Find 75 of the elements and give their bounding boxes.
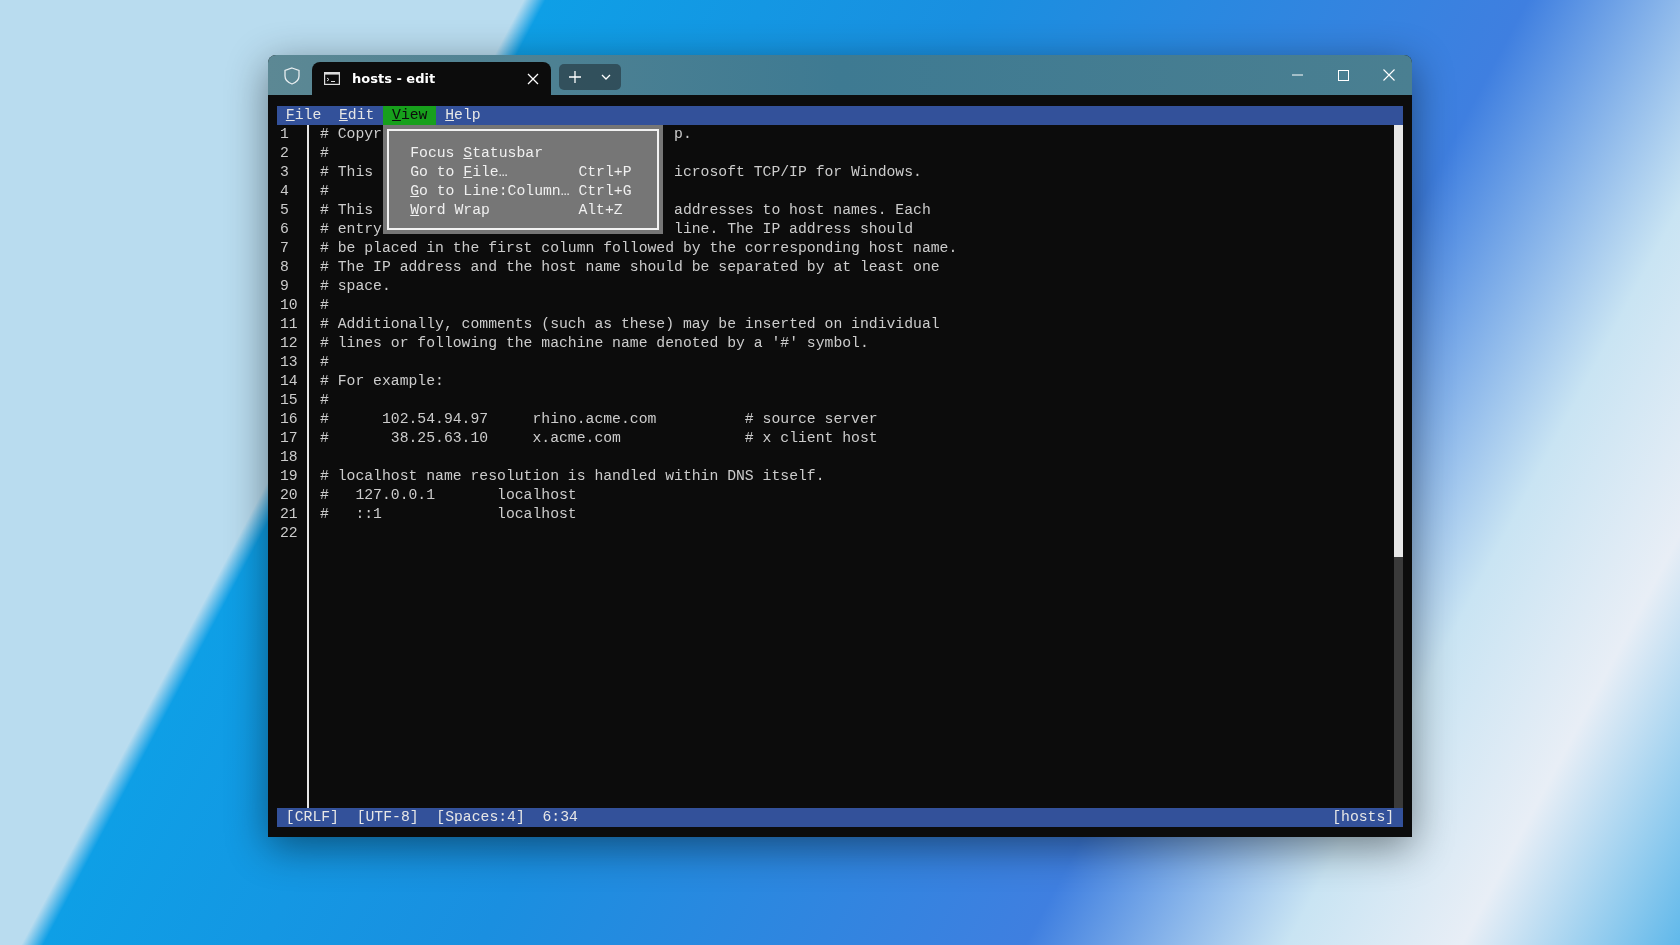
menu-option[interactable]: Word Wrap — [410, 201, 579, 220]
maximize-icon — [1337, 69, 1349, 81]
line-number: 18 — [280, 449, 298, 465]
line-number: 20 — [280, 487, 298, 503]
code-text: # For example: — [320, 373, 444, 389]
code-text: # 102.54.94.97 rhino.acme.com # source server — [320, 411, 878, 427]
code-text: line. The IP address should — [674, 221, 914, 237]
line-number: 13 — [280, 354, 298, 370]
line-number: 6 — [280, 221, 289, 237]
shield-icon — [284, 67, 300, 85]
code-text: # This — [320, 202, 374, 218]
close-icon — [527, 72, 539, 85]
line-number: 21 — [280, 506, 298, 522]
code-text: addresses to host names. Each — [674, 202, 931, 218]
code-text: # The IP address and the host name should be separated by at least one — [320, 259, 940, 275]
plus-icon — [568, 71, 581, 83]
code-text: # — [320, 392, 329, 408]
code-text: # ::1 localhost — [320, 506, 577, 522]
code-text: # — [320, 145, 329, 161]
line-number: 19 — [280, 468, 298, 484]
menu-option[interactable]: Focus Statusbar — [410, 144, 579, 163]
minimize-icon — [1291, 74, 1303, 76]
line-number: 3 — [280, 164, 289, 180]
code-text: # Copyr — [320, 126, 382, 142]
file-name-text: [hosts] — [1332, 808, 1395, 827]
code-text: # lines or following the machine name denoted by a '#' symbol. — [320, 335, 869, 351]
menu-item[interactable]: View — [383, 106, 437, 125]
code-text: # localhost name resolution is handled within DNS itself. — [320, 468, 825, 484]
line-number: 12 — [280, 335, 298, 351]
tab-title: hosts - edit — [352, 69, 437, 88]
code-text: # This — [320, 164, 374, 180]
status-text: [Spaces:4] — [436, 808, 525, 827]
shortcut-text: Alt+Z — [578, 201, 623, 220]
code-text: icrosoft TCP/IP for Windows. — [674, 164, 922, 180]
shortcut-text: Ctrl+G — [578, 182, 632, 201]
menu-option[interactable]: Go to File… — [410, 163, 579, 182]
line-number: 17 — [280, 430, 298, 446]
chevron-down-icon — [600, 74, 611, 80]
scrollbar[interactable] — [1394, 125, 1403, 808]
line-number: 11 — [280, 316, 298, 332]
line-number: 1 — [280, 126, 289, 142]
code-text: # Additionally, comments (such as these) may be inserted on individual — [320, 316, 940, 332]
code-text: p. — [674, 126, 692, 142]
line-number: 14 — [280, 373, 298, 389]
menu-item[interactable]: Help — [436, 106, 490, 125]
line-number: 9 — [280, 278, 289, 294]
code-text: # space. — [320, 278, 391, 294]
status-text: [CRLF] — [285, 808, 339, 827]
line-number: 7 — [280, 240, 289, 256]
line-number: 15 — [280, 392, 298, 408]
code-text: # be placed in the first column followed by the corresponding host name. — [320, 240, 958, 256]
menu-item[interactable]: Edit — [330, 106, 384, 125]
close-tab-button[interactable] — [527, 72, 539, 85]
terminal-icon — [324, 72, 340, 85]
line-number: 16 — [280, 411, 298, 427]
line-number: 10 — [280, 297, 298, 313]
line-number: 2 — [280, 145, 289, 161]
line-number: 8 — [280, 259, 289, 275]
code-text: # — [320, 183, 329, 199]
scrollbar-thumb[interactable] — [1394, 125, 1403, 557]
code-text: # 38.25.63.10 x.acme.com # x client host — [320, 430, 878, 446]
line-number: 4 — [280, 183, 289, 199]
code-text: # 127.0.0.1 localhost — [320, 487, 577, 503]
close-icon — [1383, 69, 1395, 81]
line-number: 22 — [280, 525, 298, 541]
menu-option[interactable]: Go to Line:Column… — [410, 182, 579, 201]
code-text: # — [320, 297, 329, 313]
status-text: [UTF-8] — [356, 808, 419, 827]
code-text: # — [320, 354, 329, 370]
tab[interactable]: hosts - edit — [312, 62, 551, 95]
code-text: # entry — [320, 221, 382, 237]
menu-item[interactable]: File — [277, 106, 331, 125]
line-number: 5 — [280, 202, 289, 218]
shortcut-text: Ctrl+P — [578, 163, 632, 182]
status-text: 6:34 — [542, 808, 578, 827]
